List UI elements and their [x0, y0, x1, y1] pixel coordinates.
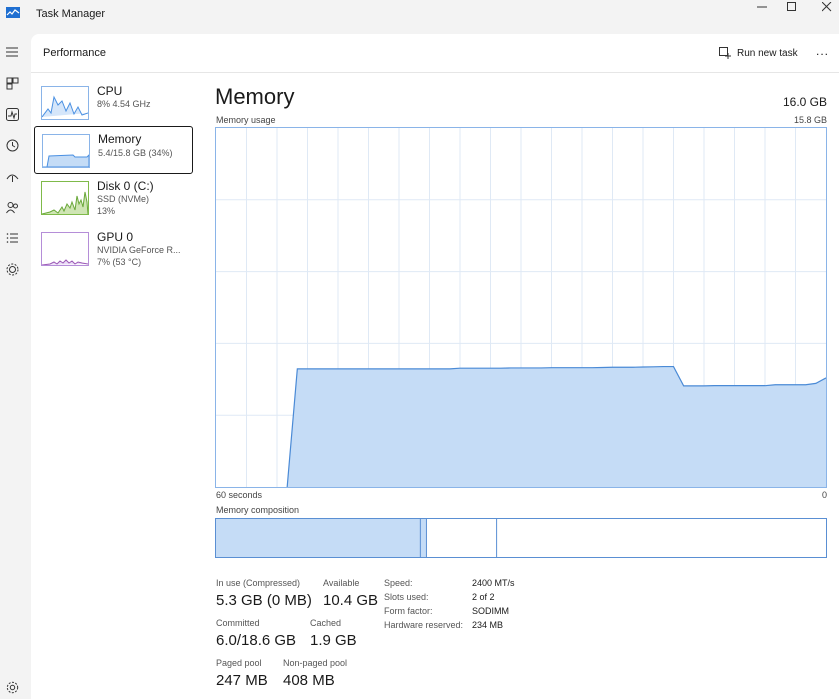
non-paged-pool-value: 408 MB — [283, 672, 335, 689]
slots-used-value: 2 of 2 — [472, 592, 495, 602]
nav-startup-apps[interactable] — [3, 167, 21, 185]
processes-icon — [6, 77, 18, 89]
users-icon — [5, 201, 18, 213]
device-item-gpu[interactable]: GPU 0 NVIDIA GeForce R... 7% (53 °C) — [34, 225, 193, 273]
task-manager-app-icon — [6, 7, 20, 18]
close-icon — [822, 2, 832, 12]
maximize-button[interactable] — [775, 0, 809, 14]
time-axis-start: 60 seconds — [216, 490, 263, 500]
main-panel: Performance Run new task ... CPU 8% 4.54… — [31, 34, 839, 699]
device-item-cpu[interactable]: CPU 8% 4.54 GHz — [34, 79, 193, 127]
app-title: Task Manager — [36, 8, 106, 20]
device-name: Disk 0 (C:) — [97, 179, 154, 193]
more-options-button[interactable]: ... — [816, 45, 832, 61]
cached-value: 1.9 GB — [310, 632, 357, 649]
close-button[interactable] — [810, 0, 839, 14]
device-detail: 8% 4.54 GHz — [97, 99, 151, 109]
non-paged-pool-label: Non-paged pool — [283, 658, 348, 668]
run-task-icon — [719, 47, 731, 59]
memory-usage-area — [287, 366, 827, 487]
cached-label: Cached — [310, 618, 342, 628]
composition-modified — [420, 519, 427, 557]
title-bar: Task Manager — [0, 0, 839, 30]
startup-icon — [6, 174, 18, 182]
device-name: CPU — [97, 84, 123, 98]
memory-title: Memory — [215, 84, 295, 109]
history-icon — [6, 139, 18, 151]
nav-rail — [0, 30, 31, 699]
time-axis-end: 0 — [821, 490, 827, 500]
memory-usage-label: Memory usage — [216, 115, 276, 125]
form-factor-label: Form factor: — [384, 606, 433, 616]
device-usage: 13% — [97, 206, 116, 216]
speed-label: Speed: — [384, 578, 413, 588]
form-factor-value: SODIMM — [472, 606, 509, 616]
header-divider — [31, 72, 839, 73]
paged-pool-label: Paged pool — [216, 658, 262, 668]
services-icon — [6, 263, 18, 275]
device-detail: SSD (NVMe) — [97, 194, 150, 204]
device-detail: NVIDIA GeForce R... — [97, 245, 181, 255]
device-detail: 5.4/15.8 GB (34%) — [98, 148, 173, 158]
device-item-memory[interactable]: Memory 5.4/15.8 GB (34%) — [34, 126, 193, 174]
memory-composition-bar — [215, 518, 827, 558]
available-value: 10.4 GB — [323, 592, 379, 609]
composition-in-use — [216, 519, 421, 557]
device-name: Memory — [98, 132, 142, 146]
run-new-task-button[interactable]: Run new task — [719, 44, 798, 62]
nav-users[interactable] — [3, 198, 21, 216]
nav-settings[interactable] — [3, 678, 21, 696]
available-label: Available — [323, 578, 360, 588]
details-icon — [6, 232, 18, 243]
paged-pool-value: 247 MB — [216, 672, 268, 689]
nav-performance[interactable] — [3, 105, 21, 123]
device-usage: 7% (53 °C) — [97, 257, 142, 267]
memory-usage-max: 15.8 GB — [793, 115, 827, 125]
memory-composition-label: Memory composition — [216, 505, 300, 515]
nav-details[interactable] — [3, 229, 21, 247]
gear-icon — [6, 681, 18, 693]
hardware-reserved-label: Hardware reserved: — [384, 620, 464, 630]
minimize-button[interactable] — [745, 0, 779, 14]
nav-services[interactable] — [3, 260, 21, 278]
composition-standby — [426, 519, 497, 557]
committed-value: 6.0/18.6 GB — [216, 632, 297, 649]
run-new-task-label: Run new task — [737, 47, 798, 59]
nav-processes[interactable] — [3, 74, 21, 92]
page-title: Performance — [43, 47, 106, 59]
gpu-thumbnail — [41, 232, 89, 266]
hardware-reserved-value: 234 MB — [472, 620, 504, 630]
memory-total: 16.0 GB — [782, 95, 827, 109]
disk-thumbnail — [41, 181, 89, 215]
minimize-icon — [757, 6, 767, 8]
cpu-thumbnail — [41, 86, 89, 120]
committed-label: Committed — [216, 618, 260, 628]
memory-thumbnail — [42, 134, 90, 168]
performance-icon — [5, 107, 19, 121]
in-use-label: In use (Compressed) — [216, 578, 301, 588]
nav-app-history[interactable] — [3, 136, 21, 154]
hamburger-menu-button[interactable] — [3, 43, 21, 61]
speed-value: 2400 MT/s — [472, 578, 515, 588]
memory-usage-graph — [215, 127, 827, 488]
maximize-icon — [787, 2, 796, 11]
hamburger-icon — [6, 47, 18, 57]
memory-usage-chart — [216, 128, 827, 488]
memory-composition-chart — [216, 519, 498, 557]
device-name: GPU 0 — [97, 230, 134, 244]
device-item-disk[interactable]: Disk 0 (C:) SSD (NVMe) 13% — [34, 174, 193, 222]
in-use-value: 5.3 GB (0 MB) — [216, 592, 312, 609]
slots-used-label: Slots used: — [384, 592, 429, 602]
